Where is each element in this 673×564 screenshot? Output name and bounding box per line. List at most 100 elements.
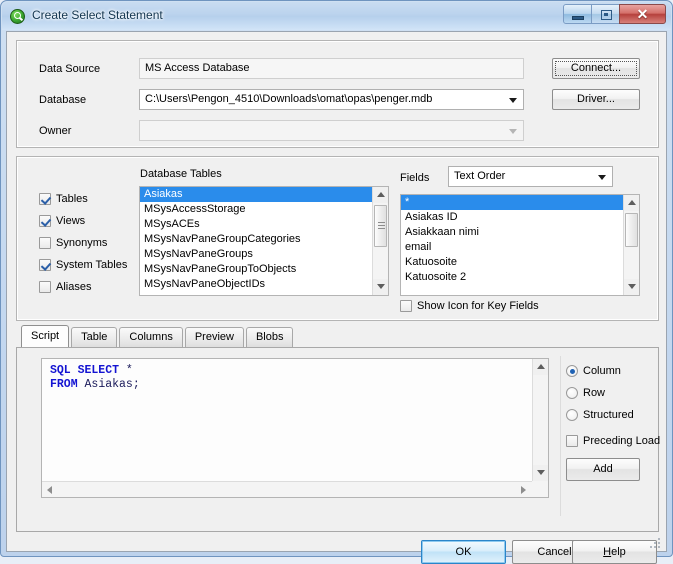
radio-label: Row: [583, 387, 606, 399]
script-keyword-2: FROM: [50, 378, 78, 391]
ok-button[interactable]: OK: [421, 540, 506, 564]
filter-label: System Tables: [56, 259, 128, 271]
minimize-button[interactable]: [563, 4, 592, 24]
data-source-label: Data Source: [39, 63, 101, 75]
filter-checkbox-aliases[interactable]: Aliases: [39, 281, 91, 293]
scroll-right-icon[interactable]: [516, 482, 532, 497]
tab-table[interactable]: Table: [71, 327, 118, 347]
radio-icon: [566, 409, 578, 421]
tables-fields-group: Tables Views Synonyms System Tables Alia…: [16, 156, 659, 321]
radio-column[interactable]: Column: [566, 365, 621, 377]
fields-vertical-scrollbar[interactable]: [623, 195, 639, 295]
list-item[interactable]: Asiakas ID: [401, 210, 624, 225]
checkbox-icon: [39, 215, 51, 227]
fields-order-value: Text Order: [454, 170, 506, 182]
tab-blobs[interactable]: Blobs: [245, 327, 294, 347]
driver-button[interactable]: Driver...: [552, 89, 640, 110]
list-item[interactable]: Asiakas: [140, 187, 373, 202]
tab-panel-script: SQL SELECT * FROM Asiakas; Column Row St…: [16, 347, 660, 532]
radio-icon: [566, 387, 578, 399]
maximize-button[interactable]: [591, 4, 620, 24]
list-item[interactable]: MSysNavPaneGroupCategories: [140, 232, 373, 247]
radio-structured[interactable]: Structured: [566, 409, 634, 421]
help-button[interactable]: Help: [572, 540, 657, 564]
owner-combobox[interactable]: [139, 120, 524, 141]
tab-columns[interactable]: Columns: [119, 327, 183, 347]
window-title: Create Select Statement: [32, 8, 163, 22]
database-tables-label: Database Tables: [140, 168, 222, 180]
scroll-down-icon[interactable]: [373, 279, 388, 295]
maximize-icon: [601, 10, 612, 20]
options-divider: [560, 356, 561, 516]
script-vertical-scrollbar[interactable]: [532, 359, 548, 481]
list-item[interactable]: email: [401, 240, 624, 255]
chevron-down-icon: [509, 128, 517, 134]
tab-script[interactable]: Script: [21, 325, 70, 347]
tab-preview[interactable]: Preview: [184, 327, 244, 347]
script-rest-1: *: [119, 364, 133, 377]
owner-label: Owner: [39, 125, 72, 137]
qlikview-icon: [10, 9, 25, 24]
script-keyword-1: SQL SELECT: [50, 364, 120, 377]
radio-label: Column: [583, 365, 621, 377]
data-source-value: MS Access Database: [139, 58, 524, 79]
add-button[interactable]: Add: [566, 458, 640, 481]
tables-vertical-scrollbar[interactable]: [372, 187, 388, 295]
filter-label: Views: [56, 215, 86, 227]
filter-checkbox-views[interactable]: Views: [39, 215, 85, 227]
list-item[interactable]: MSysACEs: [140, 217, 373, 232]
data-source-group: Data Source MS Access Database Database …: [16, 40, 659, 148]
title-bar[interactable]: Create Select Statement ✕: [2, 2, 671, 30]
close-button[interactable]: ✕: [619, 4, 666, 24]
list-item[interactable]: MSysAccessStorage: [140, 202, 373, 217]
script-text: SQL SELECT * FROM Asiakas;: [50, 364, 140, 392]
scroll-down-icon[interactable]: [624, 279, 639, 295]
scroll-up-icon[interactable]: [624, 195, 639, 211]
database-combobox[interactable]: C:\Users\Pengon_4510\Downloads\omat\opas…: [139, 89, 524, 110]
fields-order-combobox[interactable]: Text Order: [448, 166, 613, 187]
radio-icon: [566, 365, 578, 377]
checkbox-icon: [39, 237, 51, 249]
script-horizontal-scrollbar[interactable]: [42, 481, 532, 497]
checkbox-icon: [39, 281, 51, 293]
list-item[interactable]: MSysNavPaneGroups: [140, 247, 373, 262]
list-item[interactable]: Asiakkaan nimi: [401, 225, 624, 240]
checkbox-icon: [39, 193, 51, 205]
scrollbar-thumb[interactable]: [625, 213, 638, 247]
filter-label: Tables: [56, 193, 88, 205]
scroll-up-icon[interactable]: [533, 359, 548, 375]
script-editor[interactable]: SQL SELECT * FROM Asiakas;: [41, 358, 549, 498]
list-item[interactable]: MSysNavPaneGroupToObjects: [140, 262, 373, 277]
filter-checkbox-tables[interactable]: Tables: [39, 193, 88, 205]
filter-checkbox-synonyms[interactable]: Synonyms: [39, 237, 107, 249]
filter-label: Aliases: [56, 281, 92, 293]
resize-grip[interactable]: [650, 536, 663, 549]
scroll-left-icon[interactable]: [42, 482, 58, 497]
scroll-up-icon[interactable]: [373, 187, 388, 203]
checkbox-icon: [400, 300, 412, 312]
dialog-window: Create Select Statement ✕ Data Source MS…: [0, 0, 673, 564]
radio-row[interactable]: Row: [566, 387, 605, 399]
help-accel: H: [603, 545, 612, 558]
show-icon-key-fields-checkbox[interactable]: Show Icon for Key Fields: [400, 300, 539, 312]
list-item[interactable]: Katuosoite 2: [401, 270, 624, 285]
help-rest: elp: [611, 545, 626, 558]
checkbox-icon: [39, 259, 51, 271]
preceding-load-checkbox[interactable]: Preceding Load: [566, 435, 660, 447]
fields-label: Fields: [400, 172, 430, 184]
close-icon: ✕: [636, 6, 649, 22]
show-icon-key-fields-label: Show Icon for Key Fields: [417, 300, 539, 312]
database-tables-listbox[interactable]: Asiakas MSysAccessStorage MSysACEs MSysN…: [139, 186, 389, 296]
filter-checkbox-system-tables[interactable]: System Tables: [39, 259, 127, 271]
list-item[interactable]: Katuosoite: [401, 255, 624, 270]
preceding-load-label: Preceding Load: [583, 435, 661, 447]
script-rest-2: Asiakas;: [77, 378, 140, 391]
connect-button[interactable]: Connect...: [552, 58, 640, 79]
fields-listbox[interactable]: * Asiakas ID Asiakkaan nimi email Katuos…: [400, 194, 640, 296]
tab-strip: Script Table Columns Preview Blobs: [21, 325, 295, 348]
scroll-down-icon[interactable]: [533, 465, 548, 481]
list-item[interactable]: *: [401, 195, 624, 210]
list-item[interactable]: MSysNavPaneObjectIDs: [140, 277, 373, 292]
scrollbar-thumb[interactable]: [374, 205, 387, 247]
database-label: Database: [39, 94, 87, 106]
